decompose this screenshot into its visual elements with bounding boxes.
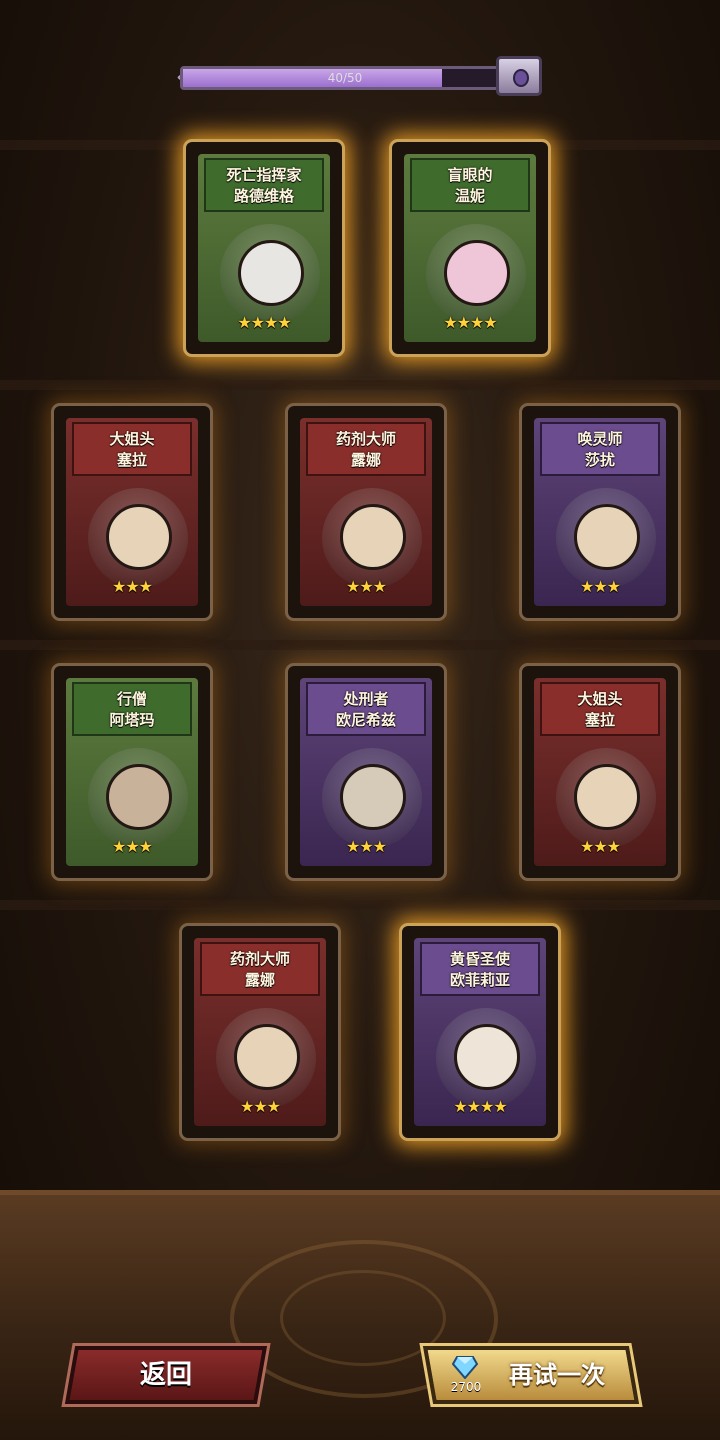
card-name-banner: 药剂大师 露娜 [306, 422, 426, 476]
card-title-line1: 唤灵师 [577, 430, 623, 448]
star-rating: ★★★ [579, 837, 621, 856]
card-art: 大姐头塞拉 ★★★ [534, 678, 666, 866]
star-rating: ★★★ [239, 1097, 281, 1116]
card-name-banner: 行僧 阿塔玛 [72, 682, 192, 736]
background-shelf [0, 640, 720, 650]
hero-face-icon [454, 1024, 520, 1090]
card-name-banner: 盲眼的 温妮 [410, 158, 530, 212]
card-art: 处刑者欧尼希兹 ★★★ [300, 678, 432, 866]
hero-card-4[interactable]: 药剂大师露娜 ★★★ [285, 403, 447, 621]
hero-face-icon [106, 764, 172, 830]
card-title-line2: 温妮 [454, 187, 485, 205]
card-name-banner: 唤灵师 莎扰 [540, 422, 660, 476]
card-title-line2: 塞拉 [116, 451, 147, 469]
card-title-line1: 死亡指挥家 [226, 166, 302, 184]
card-title-line2: 欧尼希兹 [335, 711, 396, 729]
hero-card-7[interactable]: 处刑者欧尼希兹 ★★★ [285, 663, 447, 881]
card-name-banner: 药剂大师 露娜 [200, 942, 320, 996]
hero-face-icon [234, 1024, 300, 1090]
retry-button-label[interactable]: 再试一次 [482, 1346, 632, 1404]
back-button-label[interactable]: 返回 [70, 1346, 262, 1404]
card-art: 药剂大师露娜 ★★★ [300, 418, 432, 606]
hero-card-2[interactable]: 盲眼的温妮 ★★★★ [389, 139, 551, 357]
card-name-banner: 黄昏圣使 欧菲莉亚 [420, 942, 540, 996]
card-title-line1: 处刑者 [343, 690, 389, 708]
card-art: 行僧阿塔玛 ★★★ [66, 678, 198, 866]
background-shelf [0, 140, 720, 150]
card-name-banner: 死亡指挥家 路德维格 [204, 158, 324, 212]
background-shelf [0, 900, 720, 910]
draw-progress-bar: 40/50 [180, 66, 510, 90]
background-shelf [0, 380, 720, 390]
table-rune-inner [280, 1270, 446, 1366]
hero-face-icon [574, 504, 640, 570]
card-title-line1: 黄昏圣使 [449, 950, 510, 968]
star-rating: ★★★★ [443, 313, 497, 332]
card-title-line2: 莎扰 [584, 451, 615, 469]
card-title-line1: 盲眼的 [447, 166, 493, 184]
hero-card-1[interactable]: 死亡指挥家路德维格 ★★★★ [183, 139, 345, 357]
star-rating: ★★★★ [453, 1097, 507, 1116]
card-title-line2: 塞拉 [584, 711, 615, 729]
hero-face-icon [238, 240, 304, 306]
card-art: 唤灵师莎扰 ★★★ [534, 418, 666, 606]
star-rating: ★★★ [111, 837, 153, 856]
card-art: 黄昏圣使欧菲莉亚 ★★★★ [414, 938, 546, 1126]
hero-card-6[interactable]: 行僧阿塔玛 ★★★ [51, 663, 213, 881]
hero-card-9[interactable]: 药剂大师露娜 ★★★ [179, 923, 341, 1141]
card-name-banner: 处刑者 欧尼希兹 [306, 682, 426, 736]
hero-card-5[interactable]: 唤灵师莎扰 ★★★ [519, 403, 681, 621]
card-name-banner: 大姐头 塞拉 [540, 682, 660, 736]
retry-cost: 2700 [450, 1380, 482, 1394]
hero-face-icon [574, 764, 640, 830]
diamond-icon [452, 1356, 478, 1379]
card-title-line2: 欧菲莉亚 [449, 971, 510, 989]
card-name-banner: 大姐头 塞拉 [72, 422, 192, 476]
star-rating: ★★★ [111, 577, 153, 596]
card-title-line2: 阿塔玛 [109, 711, 155, 729]
progress-text: 40/50 [327, 71, 363, 85]
card-art: 药剂大师露娜 ★★★ [194, 938, 326, 1126]
star-rating: ★★★ [345, 577, 387, 596]
star-rating: ★★★★ [237, 313, 291, 332]
card-title-line1: 大姐头 [577, 690, 623, 708]
card-title-line1: 行僧 [116, 690, 147, 708]
hero-card-10[interactable]: 黄昏圣使欧菲莉亚 ★★★★ [399, 923, 561, 1141]
hero-face-icon [106, 504, 172, 570]
card-title-line1: 药剂大师 [229, 950, 290, 968]
star-rating: ★★★ [579, 577, 621, 596]
hero-face-icon [340, 764, 406, 830]
reward-chest-icon[interactable] [496, 56, 542, 96]
card-art: 死亡指挥家路德维格 ★★★★ [198, 154, 330, 342]
card-title-line1: 大姐头 [109, 430, 155, 448]
hero-face-icon [340, 504, 406, 570]
card-title-line1: 药剂大师 [335, 430, 396, 448]
card-art: 盲眼的温妮 ★★★★ [404, 154, 536, 342]
hero-face-icon [444, 240, 510, 306]
chest-lock-icon [513, 69, 529, 87]
card-title-line2: 路德维格 [233, 187, 294, 205]
card-title-line2: 露娜 [244, 971, 275, 989]
hero-card-8[interactable]: 大姐头塞拉 ★★★ [519, 663, 681, 881]
card-title-line2: 露娜 [350, 451, 381, 469]
card-art: 大姐头塞拉 ★★★ [66, 418, 198, 606]
star-rating: ★★★ [345, 837, 387, 856]
hero-card-3[interactable]: 大姐头塞拉 ★★★ [51, 403, 213, 621]
